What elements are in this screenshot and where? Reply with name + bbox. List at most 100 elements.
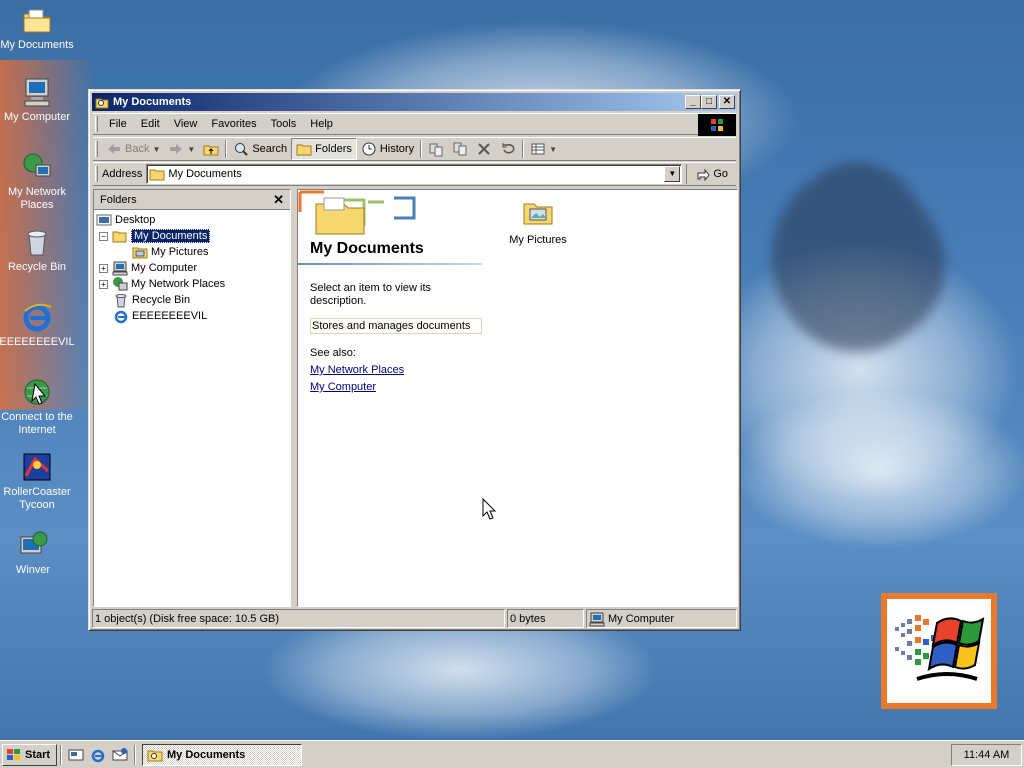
go-button[interactable]: Go: [686, 164, 736, 184]
views-grid-icon: [531, 143, 545, 155]
tree-label: My Network Places: [131, 278, 226, 290]
chevron-down-icon[interactable]: ▼: [549, 145, 557, 154]
tree-item-network-places[interactable]: + My Network Places: [99, 276, 225, 292]
desktop-icon-recycle-bin[interactable]: Recycle Bin: [0, 226, 75, 274]
delete-button[interactable]: [472, 138, 496, 160]
recycle-bin-icon: [115, 294, 127, 308]
tree-item-recycle-bin[interactable]: Recycle Bin: [113, 292, 190, 308]
desktop-icon-network-places[interactable]: My Network Places: [0, 151, 75, 212]
close-button[interactable]: ✕: [719, 95, 735, 109]
desktop-icon-eeeeeeeevil[interactable]: EEEEEEEEVIL: [0, 301, 75, 349]
expand-toggle[interactable]: +: [99, 279, 108, 289]
folder-icon: [149, 169, 165, 181]
back-label: Back: [125, 143, 150, 155]
my-computer-icon: [24, 78, 50, 107]
undo-button[interactable]: [496, 138, 520, 160]
move-to-button[interactable]: [424, 138, 448, 160]
toolbar-grip[interactable]: [95, 141, 98, 157]
maximize-button[interactable]: □: [701, 95, 717, 109]
forward-button[interactable]: ▼: [164, 138, 199, 160]
folders-pane[interactable]: Folders ✕ Desktop − My Documents My Pict…: [93, 189, 291, 607]
my-pictures-folder-icon: [523, 203, 553, 225]
collapse-toggle[interactable]: −: [99, 231, 108, 241]
desktop-icon-my-documents[interactable]: My Documents: [0, 4, 75, 52]
desktop-icon-label: My Computer: [3, 111, 71, 123]
address-dropdown-button[interactable]: ▼: [664, 166, 681, 182]
minimize-button[interactable]: _: [685, 95, 701, 109]
chevron-down-icon[interactable]: ▼: [187, 145, 195, 154]
folders-pane-title: Folders: [100, 193, 137, 206]
link-my-computer[interactable]: My Computer: [310, 381, 376, 393]
taskbar-separator: [60, 744, 62, 765]
views-button[interactable]: ▼: [526, 138, 561, 160]
status-objects: 1 object(s) (Disk free space: 10.5 GB): [92, 609, 505, 628]
tree-item-desktop[interactable]: Desktop: [96, 212, 155, 228]
folder-search-icon: [95, 98, 109, 109]
tree-item-eeeeeeeevil[interactable]: EEEEEEEEVIL: [113, 308, 207, 324]
file-item-label: My Pictures: [509, 234, 567, 246]
undo-icon: [502, 143, 515, 154]
menu-file[interactable]: File: [102, 118, 134, 130]
folders-label: Folders: [315, 143, 352, 155]
expand-toggle[interactable]: +: [99, 263, 108, 273]
desktop-icon-winver[interactable]: Winver: [0, 529, 71, 577]
status-zone: My Computer: [586, 609, 737, 628]
tree-item-my-documents[interactable]: − My Documents: [99, 228, 211, 244]
tree-label: Desktop: [115, 214, 156, 226]
forward-arrow-icon: [170, 144, 183, 154]
copy-to-button[interactable]: [448, 138, 472, 160]
file-item-my-pictures[interactable]: My Pictures: [498, 196, 578, 246]
menu-tools[interactable]: Tools: [264, 118, 304, 130]
windows-flag-icon: [711, 119, 723, 131]
content-heading: My Documents: [310, 240, 424, 257]
search-button[interactable]: Search: [229, 138, 291, 160]
desktop-icon-label: My Network Places: [7, 186, 67, 211]
explorer-window[interactable]: My Documents _ □ ✕ File Edit View Favori…: [88, 89, 741, 631]
tree-item-my-computer[interactable]: + My Computer: [99, 260, 197, 276]
desktop-icon-my-computer[interactable]: My Computer: [0, 76, 75, 124]
window-titlebar[interactable]: My Documents _ □ ✕: [92, 93, 737, 111]
address-input[interactable]: My Documents ▼: [146, 164, 683, 184]
toolbar-separator: [522, 140, 525, 158]
tree-item-my-pictures[interactable]: My Pictures: [132, 244, 208, 260]
folders-pane-header: Folders ✕: [94, 190, 290, 210]
quicklaunch-outlook-express[interactable]: [109, 744, 131, 766]
toolbar-grip[interactable]: [95, 116, 98, 132]
toolbar-separator: [225, 140, 228, 158]
rollercoaster-tycoon-icon: [23, 453, 51, 481]
link-my-network-places[interactable]: My Network Places: [310, 364, 404, 376]
heading-underline: [298, 263, 482, 265]
menu-edit[interactable]: Edit: [134, 118, 167, 130]
history-button[interactable]: History: [357, 138, 418, 160]
open-folder-icon: [112, 231, 127, 243]
internet-explorer-icon: [23, 303, 52, 332]
desktop-icon-connect-internet[interactable]: Connect to the Internet: [0, 376, 75, 437]
close-pane-icon[interactable]: ✕: [273, 192, 284, 208]
history-clock-icon: [362, 142, 376, 156]
folders-button[interactable]: Folders: [291, 138, 357, 160]
address-value: My Documents: [168, 168, 242, 180]
desktop-icon-rollercoaster-tycoon[interactable]: RollerCoaster Tycoon: [0, 451, 75, 512]
toolbar-grip[interactable]: [95, 166, 98, 182]
menu-view[interactable]: View: [167, 118, 205, 130]
menu-favorites[interactable]: Favorites: [204, 118, 263, 130]
tree-label: My Pictures: [151, 246, 209, 258]
throbber-logo: [698, 114, 736, 136]
windows-logo-badge: [881, 593, 997, 709]
taskbar-button-my-documents[interactable]: My Documents: [142, 743, 302, 766]
desktop-icon-label: Winver: [15, 564, 51, 576]
quicklaunch-show-desktop[interactable]: [65, 744, 87, 766]
folders-icon: [296, 144, 312, 156]
internet-explorer-icon: [114, 310, 128, 324]
start-button[interactable]: Start: [2, 743, 57, 766]
status-bar: 1 object(s) (Disk free space: 10.5 GB) 0…: [92, 609, 737, 628]
system-tray-clock[interactable]: 11:44 AM: [951, 744, 1022, 766]
back-button[interactable]: Back ▼: [102, 138, 164, 160]
quicklaunch-internet-explorer[interactable]: [87, 744, 109, 766]
address-bar: Address My Documents ▼ Go: [93, 162, 736, 186]
content-pane[interactable]: My Documents Select an item to view its …: [297, 189, 738, 607]
window-title: My Documents: [113, 96, 192, 108]
up-folder-button[interactable]: [199, 138, 223, 160]
chevron-down-icon[interactable]: ▼: [152, 145, 160, 154]
menu-help[interactable]: Help: [303, 118, 340, 130]
